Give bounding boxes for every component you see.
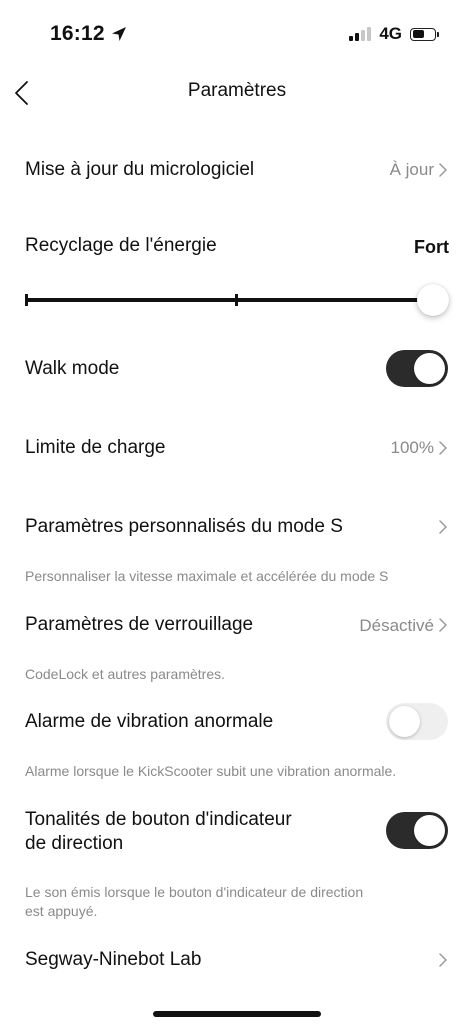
network-type: 4G [379,24,402,43]
indicator-tones-label-line1: Tonalités de bouton d'indicateur [25,809,292,830]
slider-track [26,298,434,302]
cellular-signal-icon [349,27,372,41]
vibration-alarm-description: Alarme lorsque le KickScooter subit une … [25,763,397,779]
indicator-tones-description-line1: Le son émis lorsque le bouton d'indicate… [25,884,364,900]
status-indicators: 4G [349,24,439,44]
energy-recycling-label: Recyclage de l'énergie [25,235,217,256]
battery-icon [410,27,439,41]
status-time-text: 16:12 [50,22,105,45]
toggle-knob [414,353,445,384]
lock-settings-value: Désactivé [359,616,434,635]
s-mode-description: Personnaliser la vitesse maximale et acc… [25,568,389,584]
toggle-knob [389,706,420,737]
toggle-knob [414,815,445,846]
slider-tick-medium [235,294,238,306]
chevron-right-icon [439,441,447,455]
walk-mode-toggle[interactable] [386,350,448,387]
s-mode-label: Paramètres personnalisés du mode S [25,516,343,537]
vibration-alarm-label: Alarme de vibration anormale [25,711,274,732]
firmware-label: Mise à jour du micrologiciel [25,159,255,180]
vibration-alarm-toggle[interactable] [386,703,448,740]
lab-label: Segway-Ninebot Lab [25,949,202,970]
chevron-right-icon [439,520,447,534]
walk-mode-label: Walk mode [25,358,120,379]
chevron-right-icon [439,953,447,967]
indicator-tones-label-line2: de direction [25,833,124,854]
chevron-right-icon [439,163,447,177]
slider-thumb[interactable] [417,284,449,316]
chevron-right-icon [439,618,447,632]
indicator-tones-toggle[interactable] [386,812,448,849]
indicator-tones-description-line2: est appuyé. [25,903,98,919]
page-title: Paramètres [187,80,287,101]
charge-limit-value: 100% [390,438,434,457]
lock-settings-label: Paramètres de verrouillage [25,614,254,635]
location-arrow-icon [111,27,126,41]
firmware-status: À jour [389,160,434,179]
slider-tick-low [25,294,28,306]
charge-limit-label: Limite de charge [25,437,166,458]
lock-settings-description: CodeLock et autres paramètres. [25,666,225,682]
energy-recycling-value: Fort [414,237,449,257]
home-indicator[interactable] [153,1011,321,1017]
status-time: 16:12 [50,22,127,46]
